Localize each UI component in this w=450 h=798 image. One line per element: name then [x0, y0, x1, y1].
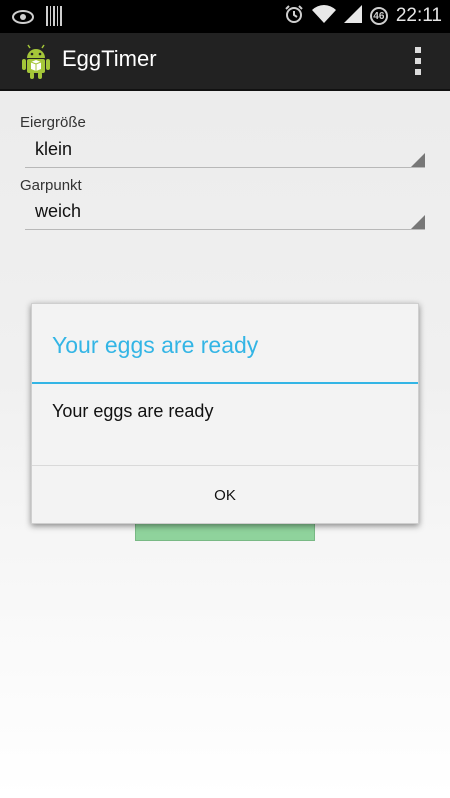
doneness-label: Garpunkt: [20, 177, 82, 194]
egg-size-spinner[interactable]: klein: [25, 134, 425, 168]
dialog-title: Your eggs are ready: [52, 332, 259, 358]
android-robot-icon[interactable]: [16, 41, 56, 81]
wifi-icon: [311, 4, 336, 28]
status-bar: 46 22:11: [0, 0, 450, 33]
signal-icon: [343, 4, 362, 28]
app-title: EggTimer: [62, 46, 157, 71]
overflow-menu-icon[interactable]: [414, 47, 422, 77]
dropdown-arrow-icon: [411, 214, 425, 229]
dialog-divider: [32, 382, 418, 384]
clock: 22:11: [395, 5, 442, 26]
alert-dialog: Your eggs are ready Your eggs are ready …: [31, 303, 419, 524]
egg-size-value: klein: [35, 139, 73, 159]
dialog-message: Your eggs are ready: [52, 401, 214, 421]
action-bar: EggTimer: [0, 33, 450, 91]
ok-button[interactable]: OK: [32, 466, 418, 524]
barcode-icon: [46, 6, 62, 30]
doneness-spinner[interactable]: weich: [25, 196, 425, 230]
network-type-badge: 46: [369, 7, 388, 25]
alarm-icon: [284, 4, 304, 28]
eye-icon: [12, 9, 34, 28]
egg-size-label: Eiergröße: [20, 114, 86, 131]
dropdown-arrow-icon: [411, 152, 425, 167]
doneness-value: weich: [35, 201, 82, 221]
